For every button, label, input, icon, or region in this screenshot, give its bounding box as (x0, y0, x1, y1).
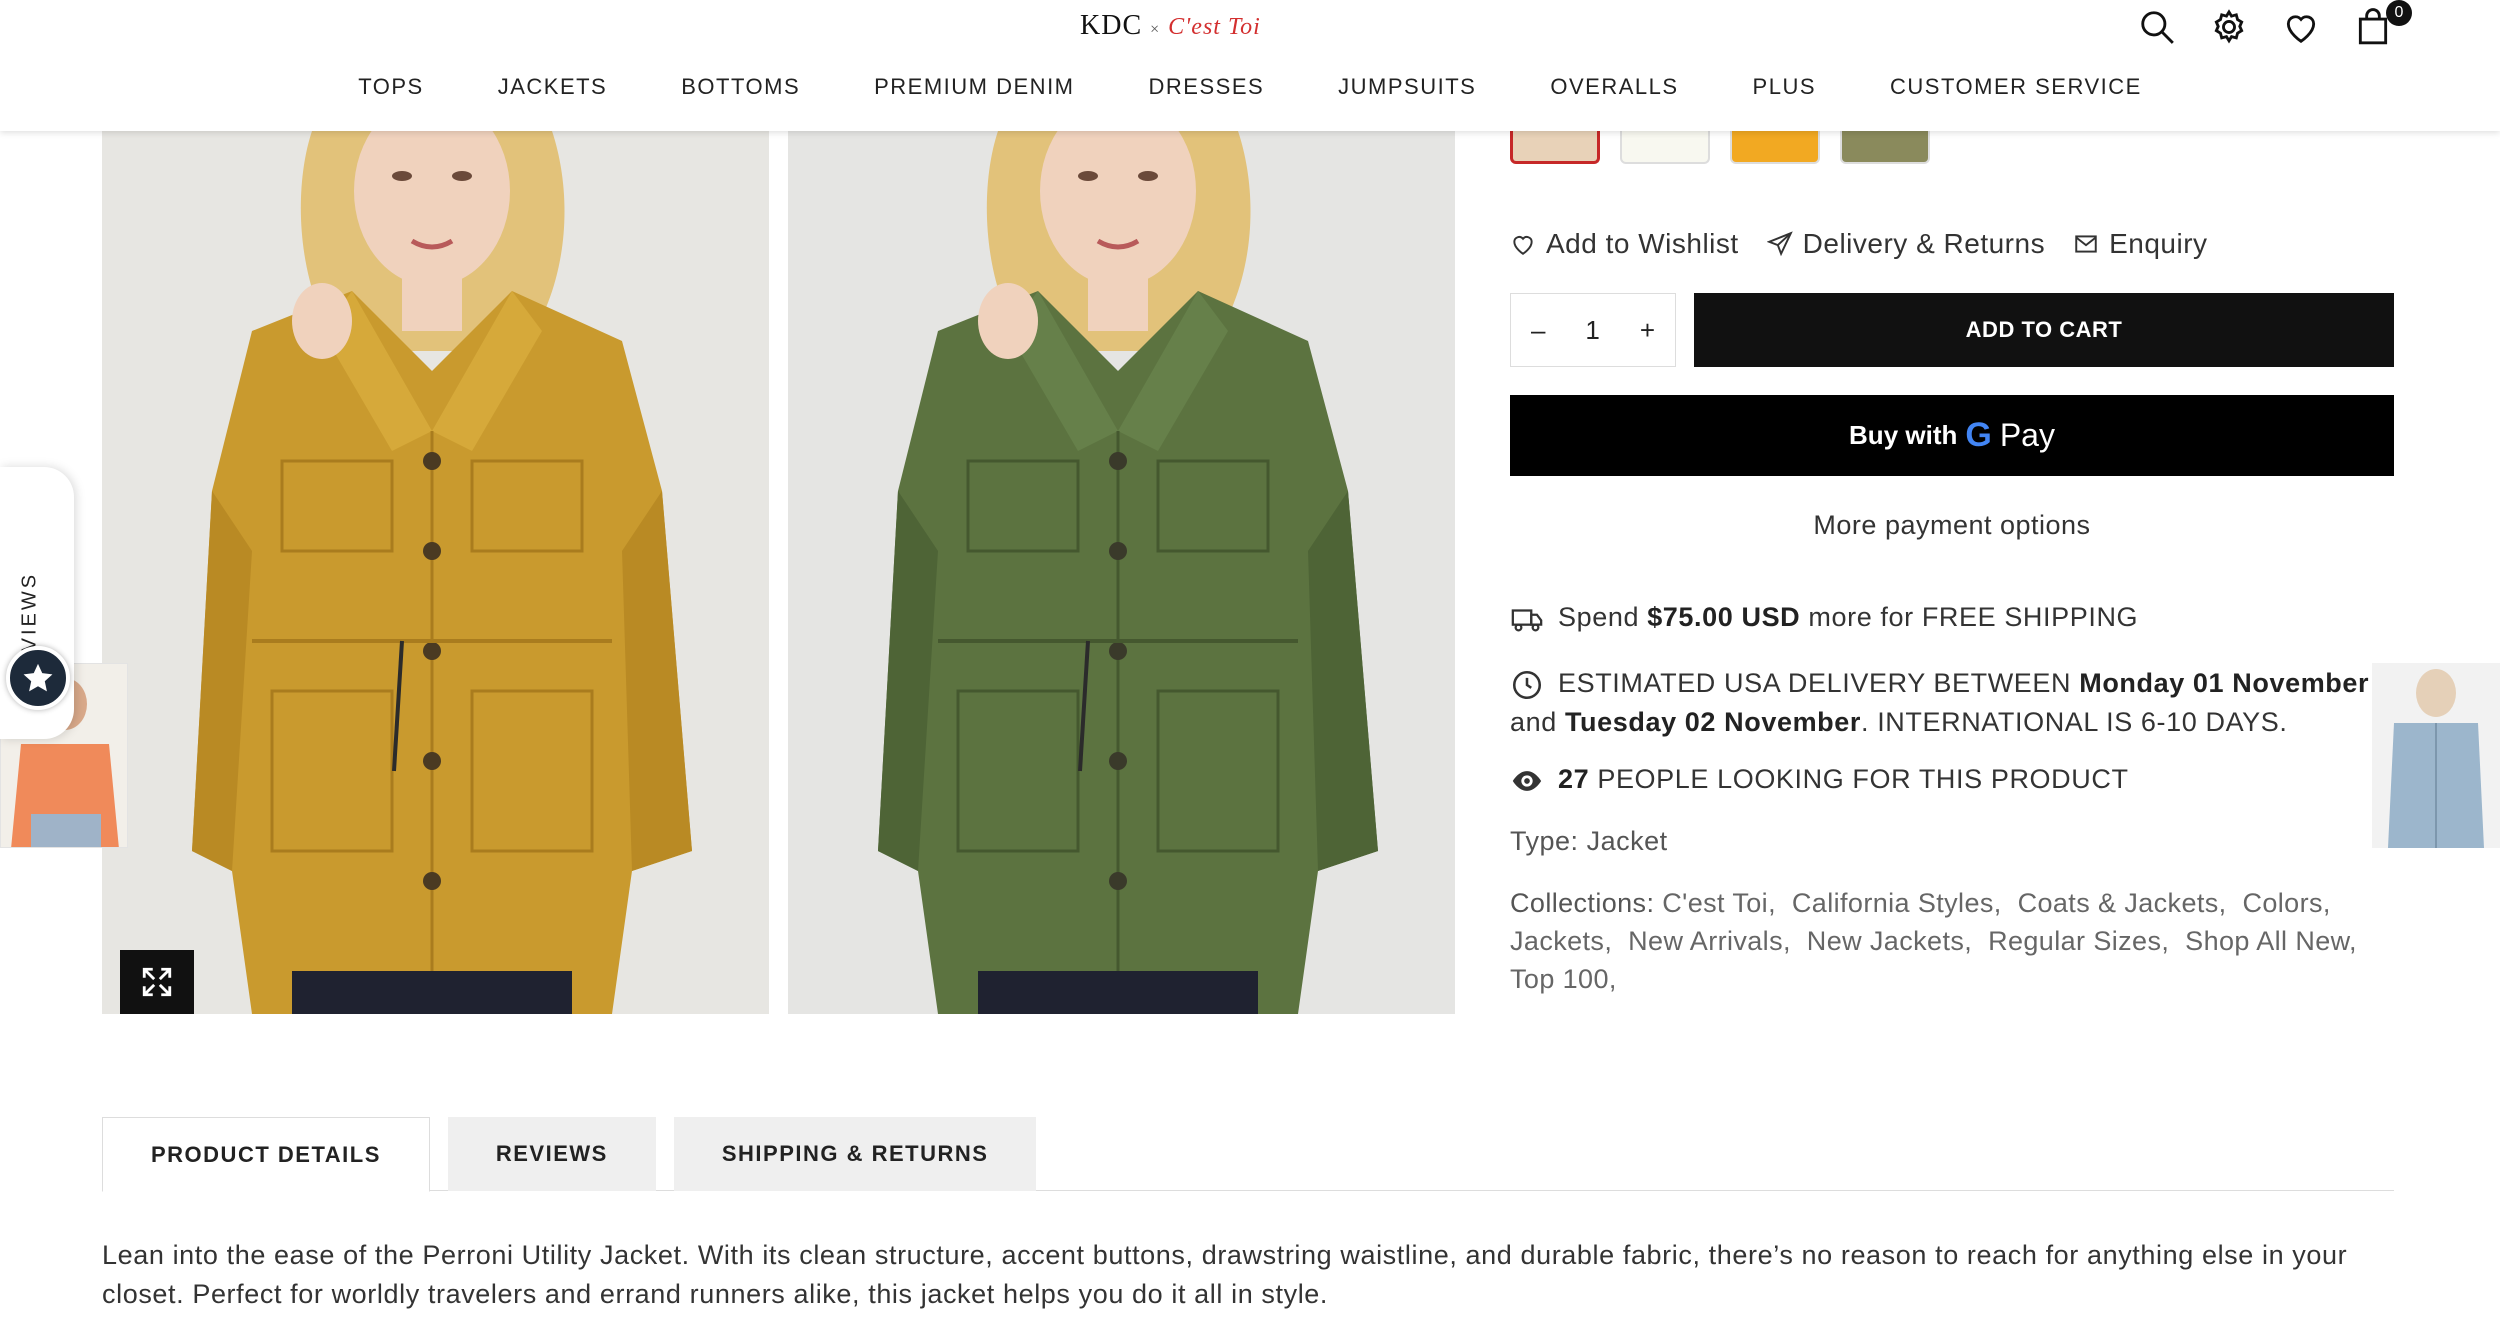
collection-link[interactable]: C'est Toi, (1662, 888, 1776, 918)
tab-reviews[interactable]: REVIEWS (447, 1117, 656, 1191)
nav-item-overalls[interactable]: OVERALLS (1513, 74, 1715, 100)
collection-link[interactable]: Shop All New, (2185, 926, 2357, 956)
nav-item-plus[interactable]: PLUS (1716, 74, 1853, 100)
delivery-post: . INTERNATIONAL IS 6-10 DAYS. (1861, 707, 2288, 737)
viewers-count: 27 (1558, 764, 1590, 795)
delivery-returns-link[interactable]: Delivery & Returns (1766, 228, 2046, 260)
collection-link[interactable]: Top 100, (1510, 964, 1617, 994)
nav-item-jackets[interactable]: JACKETS (461, 74, 645, 100)
more-payment-options-link[interactable]: More payment options (1510, 510, 2394, 541)
estimated-delivery-notice: ESTIMATED USA DELIVERY BETWEEN Monday 01… (1510, 664, 2390, 742)
main-nav: TOPS JACKETS BOTTOMS PREMIUM DENIM DRESS… (0, 74, 2500, 100)
delivery-truck-icon (1511, 609, 1543, 632)
eye-icon (1512, 771, 1542, 791)
nav-item-customer-service[interactable]: CUSTOMER SERVICE (1853, 74, 2179, 100)
product-type: Type: Jacket (1510, 826, 1668, 857)
logo-x: × (1150, 21, 1161, 38)
logo-partner: C'est Toi (1168, 14, 1261, 40)
quantity-decrease-button[interactable]: – (1531, 315, 1545, 346)
delivery-date1: Monday 01 November (2079, 668, 2370, 698)
gpay-buy-with: Buy with (1849, 420, 1958, 450)
google-pay-button[interactable]: Buy with G Pay (1510, 395, 2394, 476)
shipping-pre: Spend (1558, 602, 1640, 633)
product-collections: Collections: C'est Toi, California Style… (1510, 884, 2390, 998)
product-tabs: PRODUCT DETAILS REVIEWS SHIPPING & RETUR… (102, 1117, 2394, 1192)
type-label: Type: (1510, 826, 1579, 856)
delivery-returns-label: Delivery & Returns (1802, 228, 2046, 259)
collection-link[interactable]: Colors, (2242, 888, 2330, 918)
shipping-amount: $75.00 USD (1647, 602, 1801, 633)
search-icon[interactable] (2138, 8, 2176, 46)
quantity-increase-button[interactable]: + (1640, 315, 1655, 346)
header-icons: 0 (2138, 0, 2412, 46)
shopping-bag-icon[interactable]: 0 (2354, 0, 2412, 46)
paper-plane-icon (1766, 231, 1793, 257)
site-header: KDC × C'est Toi 0 TOPS JACKETS BOTTOMS PRE… (0, 0, 2500, 131)
collection-link[interactable]: Regular Sizes, (1988, 926, 2169, 956)
gear-icon[interactable] (2210, 8, 2248, 46)
nav-item-tops[interactable]: TOPS (321, 74, 461, 100)
delivery-date2: Tuesday 02 November (1564, 707, 1861, 737)
add-to-wishlist-link[interactable]: Add to Wishlist (1510, 228, 1739, 260)
collections-label: Collections: (1510, 888, 1655, 918)
nav-item-jumpsuits[interactable]: JUMPSUITS (1301, 74, 1513, 100)
reviews-star-button[interactable] (6, 646, 70, 710)
logo-main: KDC (1080, 10, 1143, 41)
envelope-icon (2075, 235, 2097, 253)
collection-link[interactable]: Coats & Jackets, (2018, 888, 2227, 918)
delivery-pre: ESTIMATED USA DELIVERY BETWEEN (1558, 668, 2072, 698)
site-logo[interactable]: KDC × C'est Toi (1080, 10, 1261, 42)
gpay-pay: Pay (1999, 417, 2055, 453)
expand-icon (142, 967, 172, 997)
delivery-and: and (1510, 707, 1557, 737)
nav-item-premium-denim[interactable]: PREMIUM DENIM (837, 74, 1111, 100)
viewers-text: PEOPLE LOOKING FOR THIS PRODUCT (1597, 764, 2129, 795)
wishlist-label: Add to Wishlist (1546, 228, 1739, 259)
product-image-mustard[interactable] (102, 131, 769, 1014)
collection-link[interactable]: California Styles, (1792, 888, 2002, 918)
viewers-notice: 27 PEOPLE LOOKING FOR THIS PRODUCT (1510, 764, 2129, 798)
nav-item-bottoms[interactable]: BOTTOMS (644, 74, 837, 100)
shipping-post: more for FREE SHIPPING (1808, 602, 2139, 633)
cart-count-badge: 0 (2386, 0, 2412, 26)
clock-icon (1512, 670, 1542, 699)
add-to-cart-button[interactable]: ADD TO CART (1694, 293, 2394, 367)
collection-link[interactable]: New Arrivals, (1628, 926, 1791, 956)
heart-outline-icon (1513, 236, 1533, 255)
product-description: Lean into the ease of the Perroni Utilit… (102, 1240, 2348, 1309)
enquiry-link[interactable]: Enquiry (2073, 228, 2207, 260)
enquiry-label: Enquiry (2109, 228, 2208, 259)
heart-icon[interactable] (2282, 8, 2320, 46)
star-icon (23, 663, 53, 692)
product-image-olive[interactable] (788, 131, 1455, 1014)
quantity-stepper: – 1 + (1510, 293, 1676, 367)
free-shipping-notice: Spend $75.00 USD more for FREE SHIPPING (1510, 602, 2138, 636)
nav-item-dresses[interactable]: DRESSES (1112, 74, 1302, 100)
product-action-links: Add to Wishlist Delivery & Returns Enqui… (1510, 228, 2236, 260)
expand-image-button[interactable] (120, 950, 194, 1014)
tab-product-details[interactable]: PRODUCT DETAILS (102, 1117, 430, 1192)
type-value: Jacket (1586, 826, 1668, 856)
tab-shipping-returns[interactable]: SHIPPING & RETURNS (673, 1117, 1037, 1191)
collection-link[interactable]: Jackets, (1510, 926, 1612, 956)
quantity-input[interactable]: 1 (1585, 315, 1599, 346)
collection-link[interactable]: New Jackets, (1807, 926, 1972, 956)
google-g-icon: G (1965, 416, 1992, 454)
next-product-thumbnail[interactable] (2372, 663, 2500, 848)
